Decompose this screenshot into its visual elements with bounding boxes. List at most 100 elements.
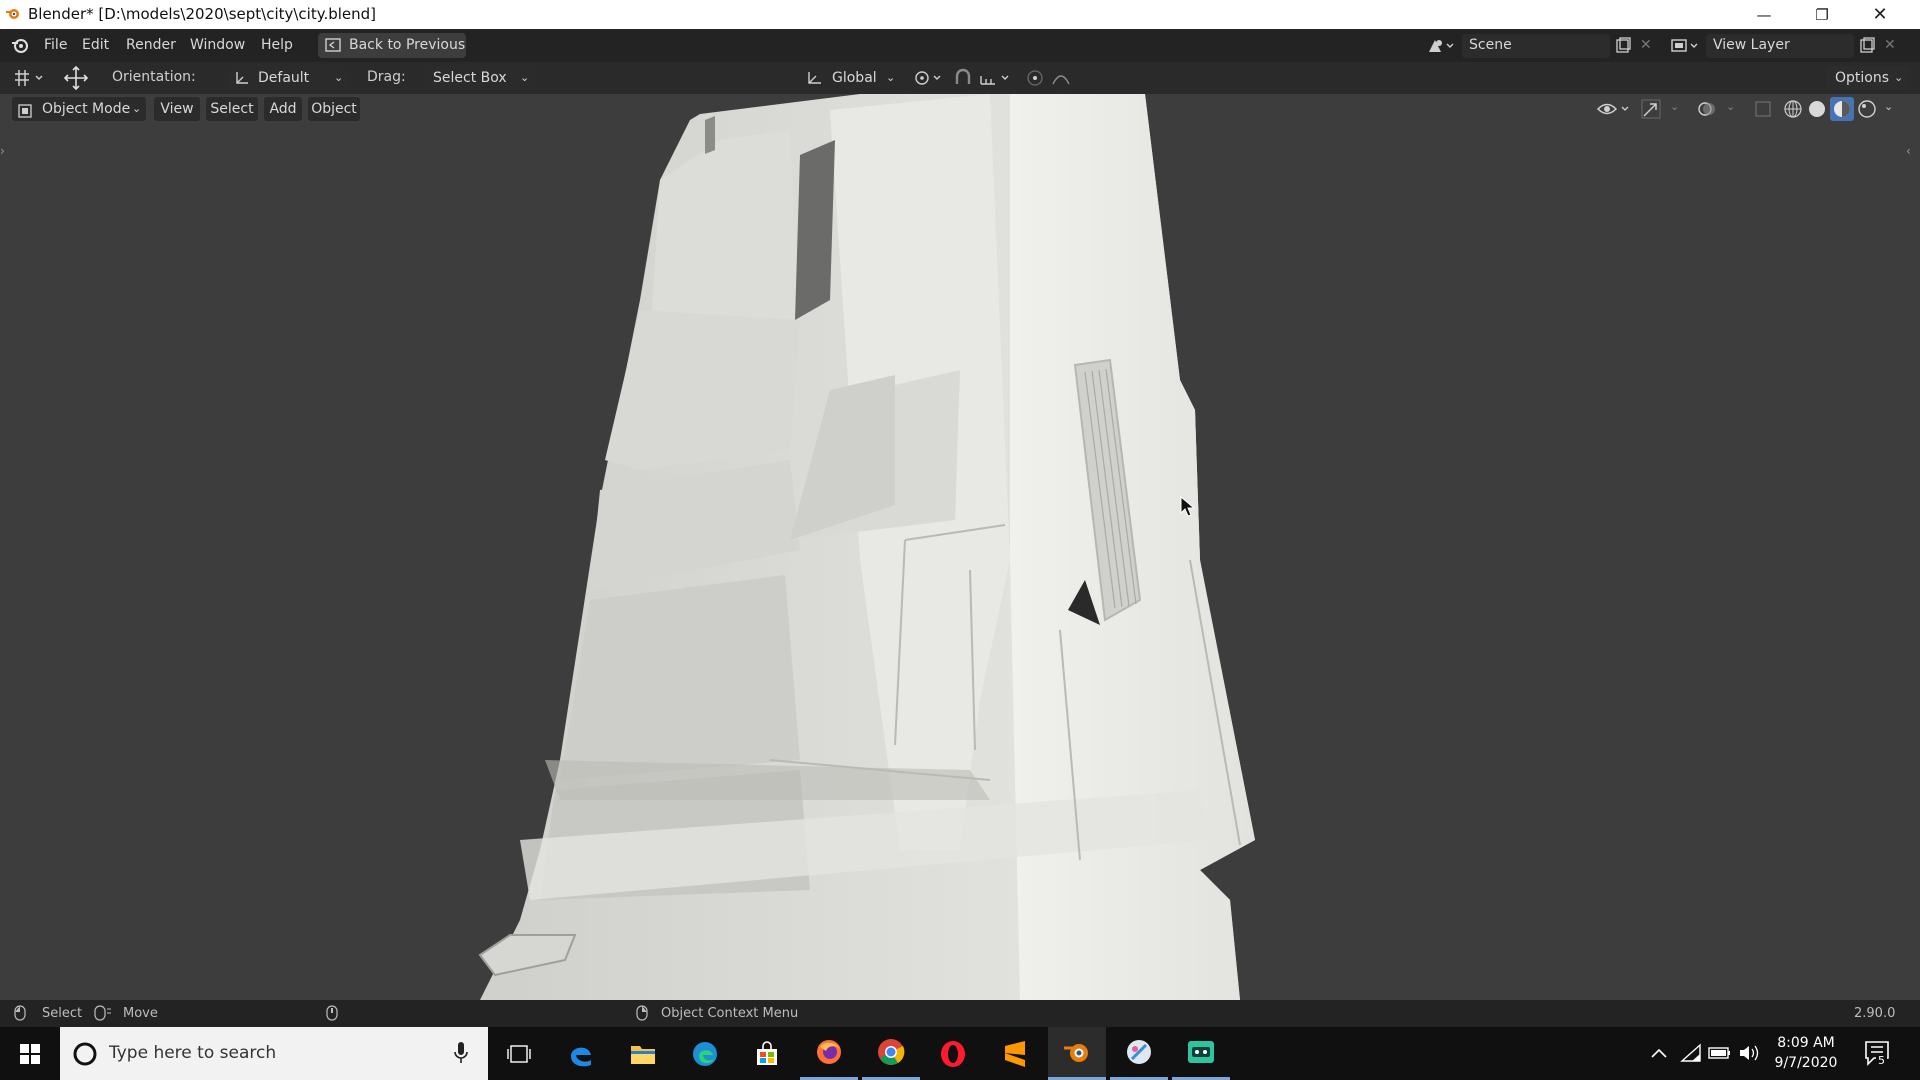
- search-placeholder: Type here to search: [109, 1043, 277, 1063]
- delete-scene-icon[interactable]: ✕: [1640, 37, 1652, 53]
- edge-legacy-icon[interactable]: [552, 1027, 610, 1080]
- sublime-text-icon[interactable]: [986, 1027, 1044, 1080]
- blender-version: 2.90.0: [1854, 1006, 1896, 1021]
- object-mode-icon: [18, 102, 32, 118]
- rendered-shading-icon[interactable]: [1856, 98, 1878, 120]
- scene-name-field[interactable]: Scene: [1462, 34, 1610, 58]
- blender-taskbar-icon[interactable]: [1048, 1027, 1106, 1080]
- status-context-menu: Object Context Menu: [661, 1006, 799, 1021]
- orientation-value: Default: [258, 70, 310, 86]
- chevron-down-icon: ⌄: [1894, 71, 1904, 84]
- back-icon: [325, 38, 341, 52]
- taskbar-search-box[interactable]: Type here to search: [60, 1027, 488, 1080]
- 3d-viewport[interactable]: Object Mode ⌄ View Select Add Object ⌄ ⌄…: [0, 94, 1920, 1000]
- object-mode-dropdown[interactable]: Object Mode ⌄: [12, 97, 146, 121]
- chevron-down-icon[interactable]: ⌄: [1670, 100, 1679, 113]
- tool-settings-header: Orientation: Default ⌄ Drag: Select Box …: [0, 62, 1920, 94]
- scroll-mouse-icon: [326, 1005, 338, 1021]
- menu-render[interactable]: Render: [126, 29, 176, 62]
- solid-shading-icon[interactable]: [1806, 98, 1828, 120]
- clock[interactable]: 8:09 AM 9/7/2020: [1768, 1033, 1844, 1077]
- transform-orientation-value: Global: [832, 70, 877, 86]
- restore-button[interactable]: ❐: [1793, 0, 1851, 29]
- microphone-icon[interactable]: [453, 1041, 469, 1065]
- microsoft-store-icon[interactable]: [738, 1027, 796, 1080]
- xray-toggle-icon[interactable]: [1752, 98, 1774, 120]
- opera-icon[interactable]: [924, 1027, 982, 1080]
- gizmo-toggle-icon[interactable]: [1640, 98, 1662, 120]
- move-tool-icon[interactable]: [62, 65, 90, 91]
- clock-time: 8:09 AM: [1777, 1035, 1835, 1051]
- middle-mouse-icon: [94, 1005, 114, 1021]
- orientation-dropdown[interactable]: Default ⌄: [226, 66, 350, 90]
- status-select: Select: [42, 1006, 83, 1021]
- back-to-previous-button[interactable]: Back to Previous: [318, 33, 466, 58]
- chevron-down-icon: ⌄: [520, 71, 530, 84]
- options-dropdown[interactable]: Options ⌄: [1826, 66, 1908, 90]
- view-menu[interactable]: View: [154, 97, 200, 121]
- menu-file[interactable]: File: [44, 29, 67, 62]
- close-button[interactable]: ✕: [1851, 0, 1909, 29]
- pivot-point-icon[interactable]: [912, 68, 946, 88]
- sidebar-expand-icon[interactable]: ‹: [1906, 144, 1911, 158]
- right-mouse-icon: [636, 1005, 648, 1021]
- material-preview-shading-icon[interactable]: [1830, 97, 1854, 121]
- firefox-icon[interactable]: [800, 1027, 858, 1080]
- task-view-icon[interactable]: [490, 1027, 548, 1080]
- edge-icon[interactable]: [676, 1027, 734, 1080]
- orientation-label: Orientation:: [112, 69, 196, 85]
- delete-view-layer-icon[interactable]: ✕: [1884, 37, 1896, 53]
- scene-browse-icon[interactable]: [1426, 36, 1458, 56]
- blender-logo-icon: [5, 6, 21, 22]
- app-icon[interactable]: [1172, 1027, 1230, 1080]
- visibility-icon[interactable]: [1596, 98, 1632, 120]
- chevron-down-icon: ⌄: [886, 71, 896, 84]
- network-icon[interactable]: [1680, 1043, 1702, 1063]
- window-title: Blender* [D:\models\2020\sept\city\city.…: [28, 5, 377, 23]
- start-button[interactable]: [0, 1027, 60, 1080]
- view-layer-browse-icon[interactable]: [1670, 36, 1702, 56]
- scene-name: Scene: [1469, 37, 1512, 53]
- drag-value: Select Box: [433, 70, 507, 86]
- notification-count-badge: 5: [1876, 1054, 1887, 1067]
- transform-orientation-dropdown[interactable]: Global ⌄: [800, 66, 900, 90]
- new-scene-icon[interactable]: [1614, 37, 1632, 55]
- file-explorer-icon[interactable]: [614, 1027, 672, 1080]
- blender-menu-icon[interactable]: [10, 37, 30, 55]
- volume-icon[interactable]: [1738, 1043, 1762, 1063]
- show-hidden-icons-icon[interactable]: [1650, 1045, 1668, 1059]
- view-layer-name-field[interactable]: View Layer: [1706, 34, 1854, 58]
- krita-icon[interactable]: [1110, 1027, 1168, 1080]
- add-menu[interactable]: Add: [264, 97, 302, 121]
- chrome-icon[interactable]: [862, 1027, 920, 1080]
- overlays-icon[interactable]: [1696, 98, 1718, 120]
- proportional-falloff-icon[interactable]: [1050, 68, 1080, 88]
- snap-toggle-icon[interactable]: [952, 68, 974, 88]
- minimize-button[interactable]: —: [1735, 0, 1793, 29]
- status-bar: Select Move Object Context Menu 2.90.0: [0, 1000, 1920, 1027]
- menu-window[interactable]: Window: [190, 29, 245, 62]
- global-axis-icon: [806, 70, 824, 86]
- new-view-layer-icon[interactable]: [1858, 37, 1876, 55]
- select-menu[interactable]: Select: [206, 97, 258, 121]
- options-label: Options: [1835, 70, 1890, 86]
- menu-help[interactable]: Help: [261, 29, 293, 62]
- mouse-cursor-icon: [1180, 495, 1196, 518]
- wireframe-shading-icon[interactable]: [1782, 98, 1804, 120]
- chevron-down-icon: ⌄: [132, 102, 142, 115]
- menu-edit[interactable]: Edit: [82, 29, 109, 62]
- chevron-down-icon[interactable]: ⌄: [1726, 100, 1735, 113]
- editor-type-icon[interactable]: [12, 68, 48, 88]
- left-mouse-icon: [14, 1005, 26, 1021]
- toolbar-expand-icon[interactable]: ›: [0, 144, 5, 158]
- chevron-down-icon[interactable]: ⌄: [1884, 100, 1893, 113]
- windows-taskbar: Type here to search 8:09 AM 9/7/2020 5: [0, 1027, 1920, 1080]
- drag-dropdown[interactable]: Select Box ⌄: [424, 66, 536, 90]
- battery-icon[interactable]: [1708, 1045, 1732, 1059]
- snap-target-icon[interactable]: [978, 68, 1016, 88]
- status-move: Move: [123, 1006, 158, 1021]
- object-menu[interactable]: Object: [308, 97, 360, 121]
- orientation-axis-icon: [234, 70, 250, 86]
- proportional-editing-icon[interactable]: [1024, 68, 1046, 88]
- building-model: [478, 94, 1255, 1000]
